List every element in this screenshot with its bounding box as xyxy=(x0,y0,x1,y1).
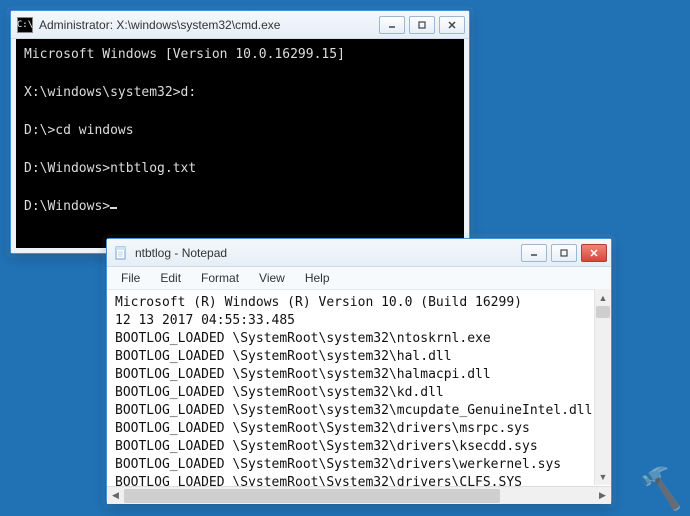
notepad-titlebar[interactable]: ntbtlog - Notepad xyxy=(107,239,611,267)
text-line: BOOTLOG_LOADED \SystemRoot\system32\ntos… xyxy=(115,331,491,346)
hammer-watermark-icon: 🔨 xyxy=(634,463,687,513)
scroll-left-icon[interactable]: ◀ xyxy=(107,487,124,504)
cmd-line: D:\Windows>ntbtlog.txt xyxy=(24,161,196,176)
notepad-icon xyxy=(113,245,129,261)
minimize-button[interactable] xyxy=(379,16,405,34)
scroll-right-icon[interactable]: ▶ xyxy=(594,487,611,504)
notepad-title: ntbtlog - Notepad xyxy=(135,246,521,260)
text-line: BOOTLOG_LOADED \SystemRoot\System32\driv… xyxy=(115,439,538,454)
close-button[interactable] xyxy=(581,244,607,262)
text-line: BOOTLOG_LOADED \SystemRoot\System32\driv… xyxy=(115,421,530,436)
text-line: Microsoft (R) Windows (R) Version 10.0 (… xyxy=(115,295,522,310)
text-line: 12 13 2017 04:55:33.485 xyxy=(115,313,295,328)
scroll-thumb[interactable] xyxy=(124,489,500,503)
scroll-thumb[interactable] xyxy=(596,306,610,318)
text-line: BOOTLOG_LOADED \SystemRoot\System32\driv… xyxy=(115,475,522,486)
menu-edit[interactable]: Edit xyxy=(152,269,189,287)
scroll-down-icon[interactable]: ▼ xyxy=(595,468,611,485)
minimize-icon xyxy=(530,249,538,257)
text-line: BOOTLOG_LOADED \SystemRoot\System32\driv… xyxy=(115,457,561,472)
cmd-line: X:\windows\system32>d: xyxy=(24,85,196,100)
menu-file[interactable]: File xyxy=(113,269,148,287)
cmd-cursor xyxy=(110,207,117,209)
cmd-icon: C:\ xyxy=(17,17,33,33)
notepad-window: ntbtlog - Notepad File Edit Format View … xyxy=(106,238,612,504)
notepad-text-area[interactable]: Microsoft (R) Windows (R) Version 10.0 (… xyxy=(107,290,611,486)
cmd-titlebar[interactable]: C:\ Administrator: X:\windows\system32\c… xyxy=(11,11,469,39)
maximize-button[interactable] xyxy=(551,244,577,262)
cmd-line: D:\>cd windows xyxy=(24,123,134,138)
menu-help[interactable]: Help xyxy=(297,269,338,287)
notepad-menubar: File Edit Format View Help xyxy=(107,267,611,290)
maximize-icon xyxy=(560,249,568,257)
scroll-up-icon[interactable]: ▲ xyxy=(595,289,611,306)
cmd-line: D:\Windows> xyxy=(24,199,110,214)
text-line: BOOTLOG_LOADED \SystemRoot\system32\mcup… xyxy=(115,403,592,418)
vertical-scrollbar[interactable]: ▲ ▼ xyxy=(594,289,611,485)
cmd-title: Administrator: X:\windows\system32\cmd.e… xyxy=(39,18,379,32)
text-line: BOOTLOG_LOADED \SystemRoot\system32\kd.d… xyxy=(115,385,444,400)
close-button[interactable] xyxy=(439,16,465,34)
menu-format[interactable]: Format xyxy=(193,269,247,287)
maximize-button[interactable] xyxy=(409,16,435,34)
cmd-output[interactable]: Microsoft Windows [Version 10.0.16299.15… xyxy=(11,39,469,253)
scroll-track[interactable] xyxy=(124,488,594,504)
minimize-icon xyxy=(388,21,396,29)
menu-view[interactable]: View xyxy=(251,269,293,287)
close-icon xyxy=(448,21,456,29)
maximize-icon xyxy=(418,21,426,29)
text-line: BOOTLOG_LOADED \SystemRoot\system32\halm… xyxy=(115,367,491,382)
minimize-button[interactable] xyxy=(521,244,547,262)
text-line: BOOTLOG_LOADED \SystemRoot\system32\hal.… xyxy=(115,349,452,364)
horizontal-scrollbar[interactable]: ◀ ▶ xyxy=(107,486,611,504)
cmd-line: Microsoft Windows [Version 10.0.16299.15… xyxy=(24,47,345,62)
close-icon xyxy=(590,249,598,257)
scroll-track[interactable] xyxy=(595,306,611,468)
cmd-window: C:\ Administrator: X:\windows\system32\c… xyxy=(10,10,470,254)
